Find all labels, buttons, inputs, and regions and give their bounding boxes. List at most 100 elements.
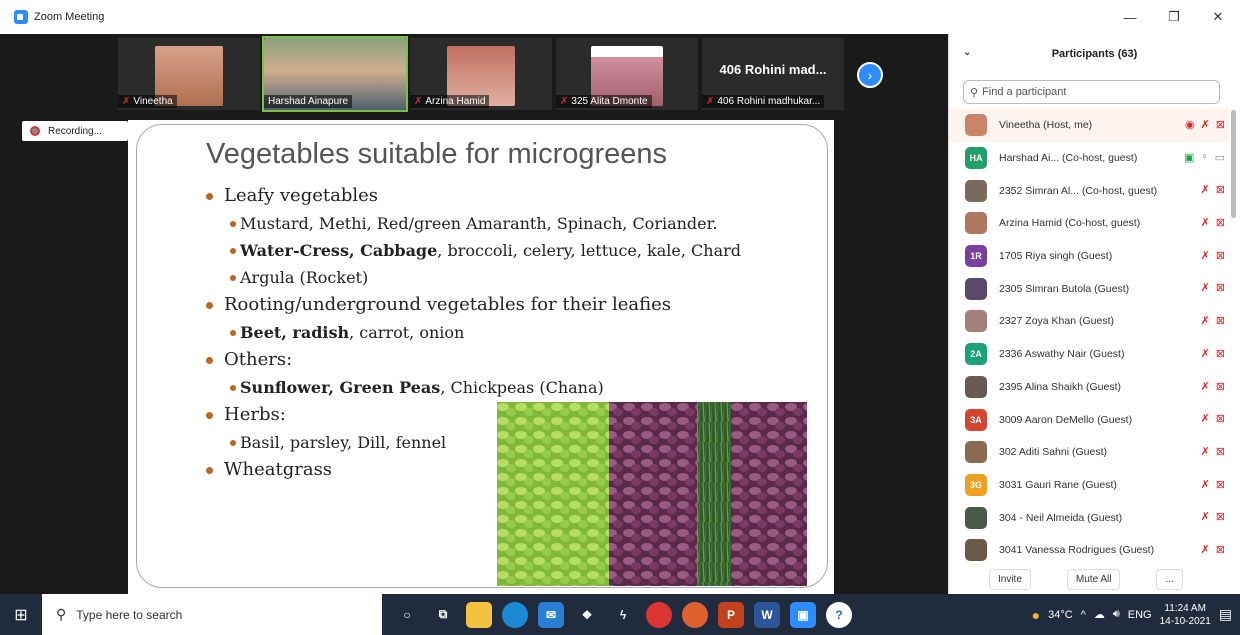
video-off-icon[interactable]: ⊠ xyxy=(1216,412,1225,425)
participant-row[interactable]: HA Harshad Ai... (Co-host, guest) ▣ ♀ ▭ xyxy=(949,142,1229,175)
mic-muted-icon[interactable]: ✗ xyxy=(1201,314,1210,327)
video-off-icon[interactable]: ⊠ xyxy=(1216,380,1225,393)
cortana-icon[interactable]: ○ xyxy=(394,602,420,628)
mic-muted-icon[interactable]: ✗ xyxy=(1201,118,1210,131)
zoom-icon[interactable]: ▣ xyxy=(790,601,816,628)
participant-row[interactable]: 304 - Neil Almeida (Guest) ✗ ⊠ xyxy=(949,501,1229,534)
close-icon[interactable]: ✕ xyxy=(1196,9,1240,25)
participant-row[interactable]: Vineetha (Host, me) ◉ ✗ ⊠ xyxy=(949,109,1229,142)
notifications-icon[interactable]: ▤ xyxy=(1219,606,1232,623)
participant-row[interactable]: 2352 Simran Al... (Co-host, guest) ✗ ⊠ xyxy=(949,174,1229,207)
winamp-icon[interactable]: ϟ xyxy=(610,602,636,628)
chrome-icon[interactable] xyxy=(646,601,672,628)
mic-icon[interactable]: ♀ xyxy=(1200,151,1208,164)
video-off-icon[interactable]: ⊠ xyxy=(1216,281,1225,294)
video-off-icon[interactable]: ⊠ xyxy=(1216,314,1225,327)
tile-name: Harshad Ainapure xyxy=(264,95,353,108)
network-icon[interactable]: ☁ xyxy=(1094,608,1105,621)
more-button[interactable]: ... xyxy=(1156,568,1183,590)
video-tile[interactable]: ✗ Arzina Hamid xyxy=(410,38,552,110)
powerpoint-icon[interactable]: P xyxy=(718,601,744,628)
restore-icon[interactable]: ❐ xyxy=(1152,9,1196,25)
windows-start-icon[interactable]: ⊞ xyxy=(0,605,42,625)
panel-scrollbar[interactable] xyxy=(1231,110,1236,218)
invite-button[interactable]: Invite xyxy=(989,568,1031,590)
zoom-window: Zoom Meeting — ❐ ✕ ✗ Vineetha Harshad Ain… xyxy=(0,0,1240,635)
video-off-icon[interactable]: ⊠ xyxy=(1216,249,1225,262)
file-explorer-icon[interactable] xyxy=(466,601,492,628)
mic-muted-icon[interactable]: ✗ xyxy=(1201,249,1210,262)
weather-temp[interactable]: 34°C xyxy=(1048,609,1073,621)
mute-all-button[interactable]: Mute All xyxy=(1066,568,1121,590)
dropbox-icon[interactable]: ❖ xyxy=(574,602,600,628)
help-icon[interactable]: ? xyxy=(826,601,852,628)
screen-share-icon: ▣ xyxy=(1183,151,1195,164)
video-off-icon[interactable]: ⊠ xyxy=(1216,118,1225,131)
edge-icon[interactable] xyxy=(502,601,528,628)
weather-icon[interactable]: ● xyxy=(1032,607,1040,623)
taskbar-search-box[interactable]: ⚲ Type here to search xyxy=(42,594,382,635)
clock-date: 14-10-2021 xyxy=(1159,615,1211,627)
recording-indicator[interactable]: Recording... xyxy=(22,121,128,141)
participant-row[interactable]: 1R 1705 Riya singh (Guest) ✗ ⊠ xyxy=(949,240,1229,273)
video-off-icon[interactable]: ⊠ xyxy=(1216,445,1225,458)
mic-muted-icon: ✗ xyxy=(122,96,131,107)
participant-name: 2336 Aswathy Nair (Guest) xyxy=(999,348,1125,361)
mic-muted-icon[interactable]: ✗ xyxy=(1201,543,1210,556)
video-off-icon[interactable]: ⊠ xyxy=(1216,183,1225,196)
participants-title: Participants (63) xyxy=(1051,48,1138,60)
participant-status-icons: ✗ ⊠ xyxy=(1201,281,1225,294)
participant-row[interactable]: 2327 Zoya Khan (Guest) ✗ ⊠ xyxy=(949,305,1229,338)
participant-row[interactable]: 3A 3009 Aaron DeMello (Guest) ✗ ⊠ xyxy=(949,403,1229,436)
video-icon[interactable]: ▭ xyxy=(1215,151,1225,164)
participant-search-input[interactable]: ⚲ Find a participant xyxy=(963,80,1220,104)
participant-row[interactable]: 2395 Alina Shaikh (Guest) ✗ ⊠ xyxy=(949,371,1229,404)
clock[interactable]: 11:24 AM 14-10-2021 xyxy=(1160,602,1211,628)
participant-row[interactable]: 2305 Simran Butola (Guest) ✗ ⊠ xyxy=(949,272,1229,305)
video-tile[interactable]: ✗ 325 Alita Dmonte xyxy=(556,38,698,110)
minimize-icon[interactable]: — xyxy=(1108,10,1152,25)
video-tile[interactable]: 406 Rohini mad... ✗ 406 Rohini madhukar..… xyxy=(702,38,844,110)
participant-status-icons: ✗ ⊠ xyxy=(1201,216,1225,229)
chevron-down-icon[interactable]: ⌄ xyxy=(963,47,971,58)
tray-expand-icon[interactable]: ^ xyxy=(1081,609,1086,621)
next-page-button[interactable]: › xyxy=(857,62,883,88)
avatar xyxy=(965,212,987,235)
participant-row[interactable]: 3041 Vanessa Rodrigues (Guest) ✗ ⊠ xyxy=(949,534,1229,567)
video-off-icon[interactable]: ⊠ xyxy=(1216,510,1225,523)
windows-taskbar: ⊞ ⚲ Type here to search ○ ⧉ ✉ ❖ ϟ P W ▣ … xyxy=(0,594,1240,635)
language-indicator[interactable]: ENG xyxy=(1128,609,1152,621)
participant-row[interactable]: Arzina Hamid (Co-host, guest) ✗ ⊠ xyxy=(949,207,1229,240)
mic-muted-icon[interactable]: ✗ xyxy=(1201,380,1210,393)
bullet-item: Rooting/underground vegetables for their… xyxy=(206,291,741,319)
taskbar-app-icons: ○ ⧉ ✉ ❖ ϟ P W ▣ ? xyxy=(394,601,852,628)
participant-name: 1705 Riya singh (Guest) xyxy=(999,250,1113,263)
video-off-icon[interactable]: ⊠ xyxy=(1216,478,1225,491)
chrome-profile-icon[interactable] xyxy=(682,601,708,628)
mic-muted-icon[interactable]: ✗ xyxy=(1201,412,1210,425)
word-icon[interactable]: W xyxy=(754,601,780,628)
mic-muted-icon[interactable]: ✗ xyxy=(1201,445,1210,458)
mic-muted-icon[interactable]: ✗ xyxy=(1201,510,1210,523)
video-tile[interactable]: ✗ Vineetha xyxy=(118,38,260,110)
video-off-icon[interactable]: ⊠ xyxy=(1216,216,1225,229)
bullet-item: Leafy vegetables xyxy=(206,182,741,210)
participant-row[interactable]: 302 Aditi Sahni (Guest) ✗ ⊠ xyxy=(949,436,1229,469)
participant-status-icons: ✗ ⊠ xyxy=(1201,543,1225,556)
mic-muted-icon[interactable]: ✗ xyxy=(1201,281,1210,294)
participant-row[interactable]: 2A 2336 Aswathy Nair (Guest) ✗ ⊠ xyxy=(949,338,1229,371)
video-tile-active-speaker[interactable]: Harshad Ainapure xyxy=(262,36,408,112)
video-off-icon[interactable]: ⊠ xyxy=(1216,543,1225,556)
mic-muted-icon[interactable]: ✗ xyxy=(1201,347,1210,360)
task-view-icon[interactable]: ⧉ xyxy=(430,602,456,628)
video-off-icon[interactable]: ⊠ xyxy=(1216,347,1225,360)
mic-muted-icon[interactable]: ✗ xyxy=(1201,478,1210,491)
window-title: Zoom Meeting xyxy=(34,11,105,23)
mail-icon[interactable]: ✉ xyxy=(538,601,564,628)
avatar xyxy=(965,539,987,562)
mic-muted-icon[interactable]: ✗ xyxy=(1201,183,1210,196)
participant-row[interactable]: 3G 3031 Gauri Rane (Guest) ✗ ⊠ xyxy=(949,469,1229,502)
mic-muted-icon[interactable]: ✗ xyxy=(1201,216,1210,229)
participant-name: 302 Aditi Sahni (Guest) xyxy=(999,446,1107,459)
volume-icon[interactable]: 🔊︎ xyxy=(1113,608,1120,621)
